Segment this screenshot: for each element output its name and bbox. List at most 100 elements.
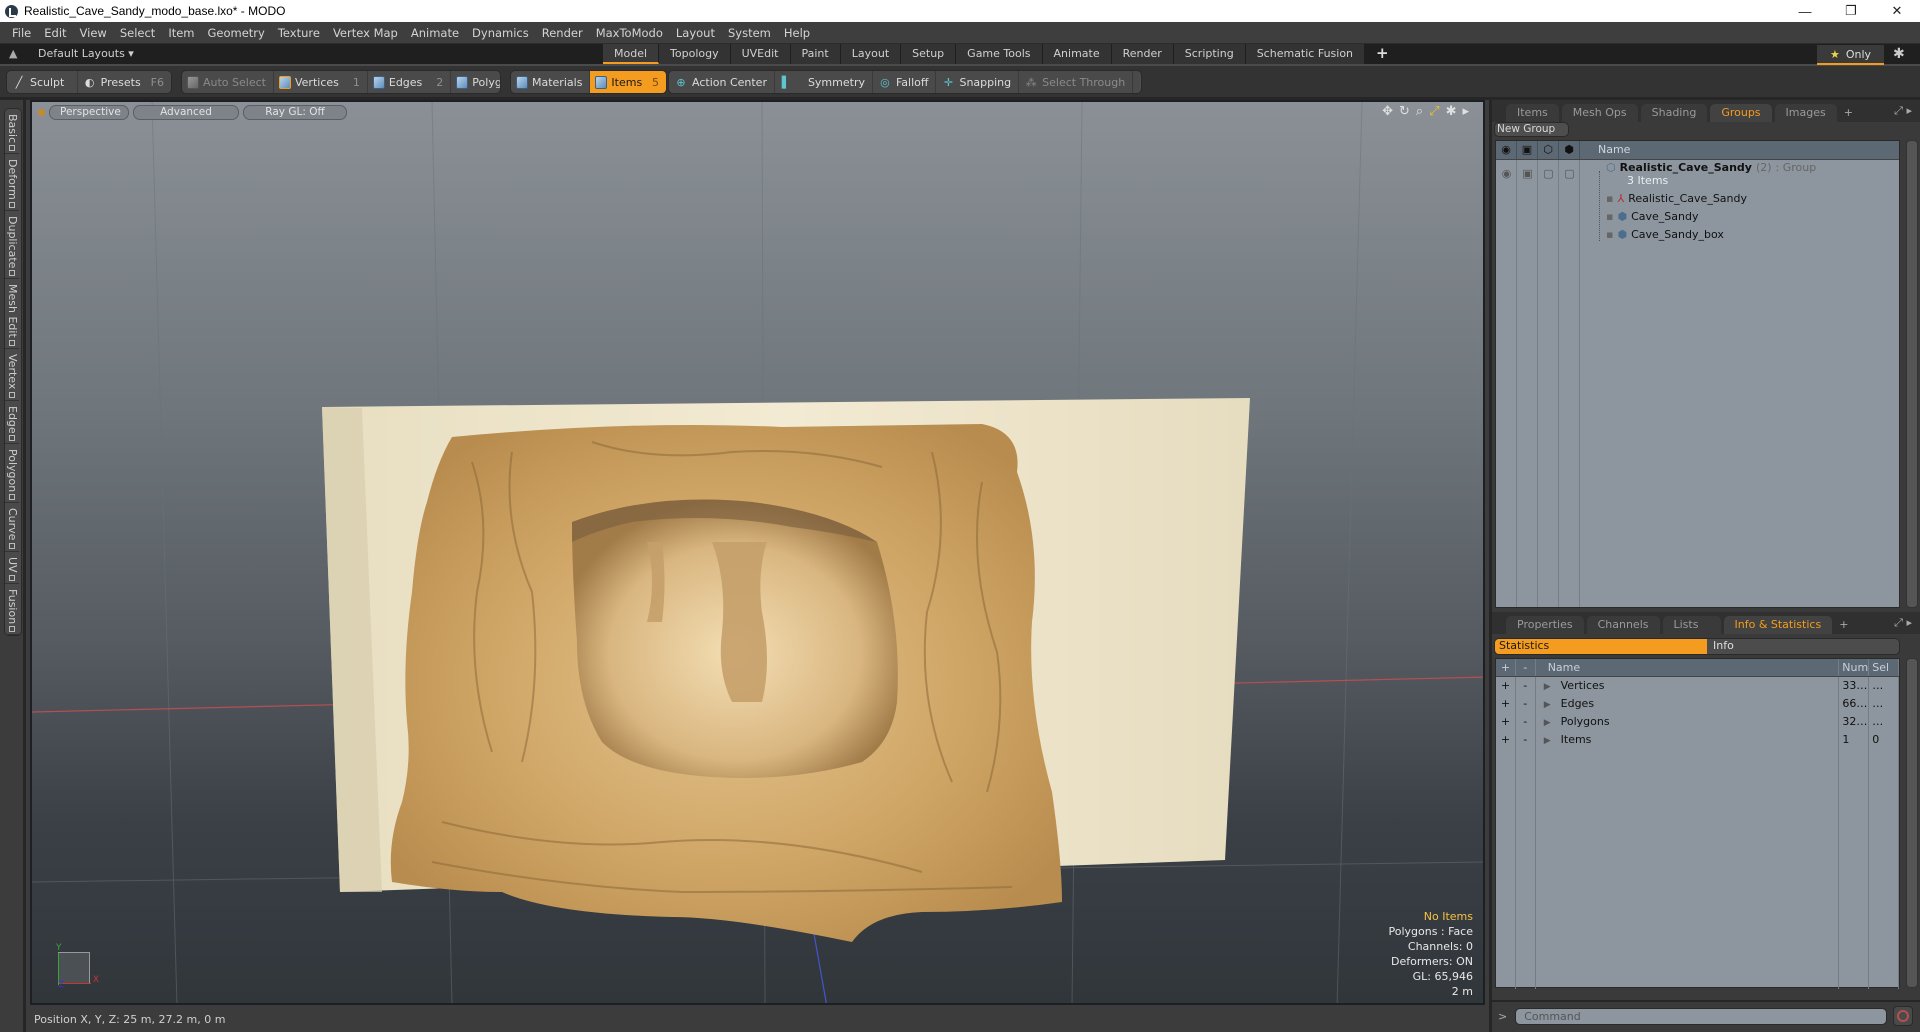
add-panel-tab-button[interactable]: + [1835,616,1852,634]
menu-dynamics[interactable]: Dynamics [472,26,529,40]
menu-help[interactable]: Help [784,26,810,40]
layout-tab-game-tools[interactable]: Game Tools [956,44,1043,64]
fit-view-icon[interactable]: ⤢ [1429,104,1439,119]
tool-tab-basic[interactable]: Basic [5,109,19,155]
default-layouts-dropdown[interactable]: Default Layouts ▾ [38,47,134,60]
remove-button[interactable]: - [1516,731,1536,749]
expand-triangle-icon[interactable]: ▶ [1544,700,1551,710]
layout-tab-topology[interactable]: Topology [659,44,731,64]
shading-mode-button[interactable]: Advanced [133,104,239,120]
new-group-button[interactable]: New Group [1494,122,1569,137]
remove-button[interactable]: - [1516,695,1536,713]
add-button[interactable]: + [1496,695,1516,713]
remove-button[interactable]: - [1516,713,1536,731]
viewport-settings-icon[interactable]: ✱ [1446,104,1457,119]
tool-tab-duplicate[interactable]: Duplicate [5,211,19,280]
record-macro-button[interactable] [1893,1006,1914,1026]
presets-button[interactable]: ◐ Presets F6 [78,71,171,93]
menu-maxtomodo[interactable]: MaxToModo [596,26,663,40]
command-input[interactable]: Command [1515,1007,1888,1025]
lock-column-icon[interactable]: ⬡ [1538,141,1559,159]
render-column-icon[interactable]: ▣ [1517,141,1538,159]
tab-images[interactable]: Images [1774,104,1837,122]
group-child-row[interactable]: ▪ ⅄ Realistic_Cave_Sandy [1606,192,1747,205]
menu-animate[interactable]: Animate [411,26,459,40]
layout-tab-setup[interactable]: Setup [901,44,957,64]
tab-channels[interactable]: Channels [1586,616,1660,634]
viewport-status-dot[interactable] [38,108,45,116]
maximize-panel-icon[interactable]: ⤢ ▸ [1894,616,1912,630]
maximize-button[interactable]: ❐ [1828,0,1874,22]
groups-scrollbar[interactable] [1906,140,1918,608]
layout-tab-scripting[interactable]: Scripting [1173,44,1246,64]
add-button[interactable]: + [1496,731,1516,749]
group-row[interactable]: ⬡ Realistic_Cave_Sandy (2) : Group [1606,161,1816,174]
group-visibility-toggle[interactable]: ◉ [1496,167,1517,180]
group-child-row[interactable]: ▪ ⬢ Cave_Sandy [1606,210,1698,223]
viewport-more-icon[interactable]: ▸ [1462,104,1469,119]
layout-tab-animate[interactable]: Animate [1042,44,1112,64]
stat-row-items[interactable]: + - ▶ Items 1 0 [1496,731,1899,749]
expand-all-button[interactable]: + [1496,659,1516,676]
items-mode-button[interactable]: Items 5 [590,71,666,93]
stats-scrollbar[interactable] [1906,658,1918,988]
tool-tab-fusion[interactable]: Fusion [5,584,19,635]
tool-tab-uv[interactable]: UV [5,552,19,584]
visibility-column-icon[interactable]: ◉ [1496,141,1517,159]
menu-vertex-map[interactable]: Vertex Map [333,26,398,40]
layout-tab-schematic-fusion[interactable]: Schematic Fusion [1245,44,1366,64]
group-select-toggle[interactable]: ▢ [1559,167,1580,180]
snapping-button[interactable]: ✛ Snapping [936,71,1020,93]
polygons-mode-button[interactable]: Polygons [451,71,500,93]
sculpt-button[interactable]: ╱ Sculpt [7,71,78,93]
group-render-toggle[interactable]: ▣ [1517,167,1538,180]
menu-layout[interactable]: Layout [676,26,715,40]
layout-collapse-icon[interactable]: ▲ [9,47,17,60]
expand-triangle-icon[interactable]: ▶ [1544,718,1551,728]
close-button[interactable]: ✕ [1874,0,1920,22]
tool-tab-vertex[interactable]: Vertex [5,349,19,401]
layout-tab-paint[interactable]: Paint [790,44,841,64]
menu-edit[interactable]: Edit [44,26,66,40]
expand-triangle-icon[interactable]: ▶ [1544,682,1551,692]
falloff-button[interactable]: ◎ Falloff [873,71,937,93]
menu-view[interactable]: View [80,26,107,40]
tab-groups[interactable]: Groups [1710,104,1772,122]
auto-select-button[interactable]: Auto Select [182,71,274,93]
tab-lists[interactable]: Lists [1662,616,1721,634]
select-column-icon[interactable]: ⬢ [1559,141,1580,159]
stat-row-polygons[interactable]: + - ▶ Polygons 32… … [1496,713,1899,731]
raygl-button[interactable]: Ray GL: Off [243,104,347,120]
rotate-icon[interactable]: ↻ [1399,104,1410,119]
3d-viewport[interactable]: Perspective Advanced Ray GL: Off ✥ ↻ ⌕ ⤢… [30,100,1485,1005]
tab-info-statistics[interactable]: Info & Statistics [1723,616,1833,634]
add-layout-tab-button[interactable]: + [1365,44,1401,64]
tab-mesh-ops[interactable]: Mesh Ops [1561,104,1638,122]
materials-mode-button[interactable]: Materials [511,71,591,93]
menu-select[interactable]: Select [120,26,155,40]
tool-tab-polygon[interactable]: Polygon [5,444,19,504]
group-child-row[interactable]: ▪ ⬢ Cave_Sandy_box [1606,228,1724,241]
subtab-info[interactable]: Info [1707,639,1734,654]
edges-mode-button[interactable]: Edges 2 [368,71,452,93]
view-mode-button[interactable]: Perspective [49,104,129,120]
menu-render[interactable]: Render [542,26,583,40]
tool-tab-curve[interactable]: Curve [5,503,19,552]
layout-tab-model[interactable]: Model [603,44,660,64]
select-through-button[interactable]: ⁂ Select Through [1019,71,1134,93]
layout-tab-layout[interactable]: Layout [840,44,902,64]
group-lock-toggle[interactable]: ▢ [1538,167,1559,180]
menu-geometry[interactable]: Geometry [208,26,265,40]
layout-tab-render[interactable]: Render [1111,44,1174,64]
symmetry-button[interactable]: ▌ Symmetry [775,71,873,93]
layout-tab-uvedit[interactable]: UVEdit [730,44,791,64]
minimize-button[interactable]: — [1782,0,1828,22]
add-button[interactable]: + [1496,713,1516,731]
subtab-statistics[interactable]: Statistics [1495,639,1707,654]
tab-items[interactable]: Items [1506,104,1559,122]
tool-tab-deform[interactable]: Deform [5,154,19,212]
tool-tab-edge[interactable]: Edge [5,401,19,445]
zoom-icon[interactable]: ⌕ [1416,104,1423,119]
only-toggle-button[interactable]: ★ Only [1817,45,1884,65]
stat-row-vertices[interactable]: + - ▶ Vertices 33… … [1496,677,1899,695]
